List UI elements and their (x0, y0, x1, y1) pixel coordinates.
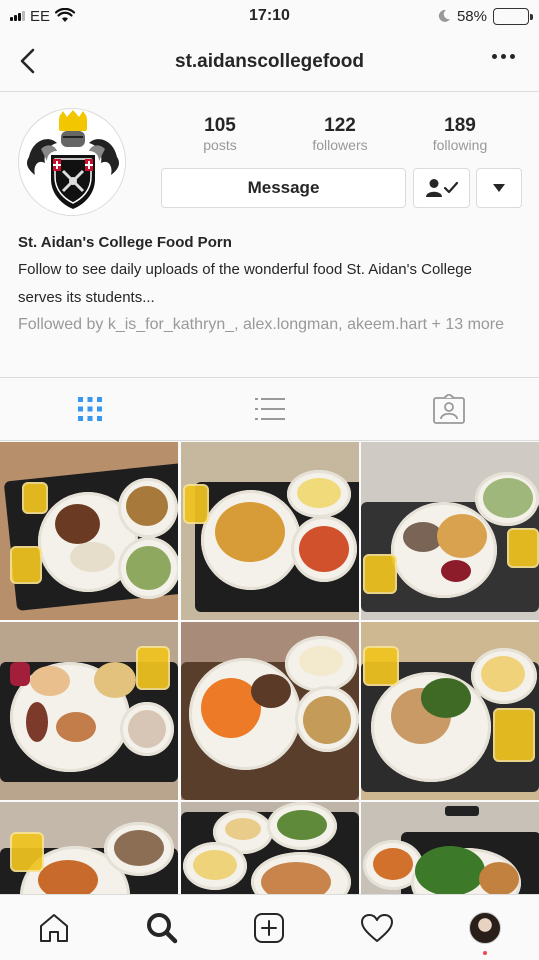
nav-home[interactable] (0, 895, 108, 960)
status-left: EE (10, 8, 190, 25)
list-icon (254, 398, 285, 420)
battery-percent: 58% (456, 7, 487, 25)
stat-posts[interactable]: 105 posts (160, 115, 280, 153)
search-icon (146, 912, 177, 943)
signal-icon (10, 11, 25, 21)
nav-new-post[interactable] (216, 895, 324, 960)
nav-bar: st.aidanscollegefood (0, 32, 539, 92)
post-thumbnail[interactable] (180, 442, 359, 620)
moon-icon (438, 9, 450, 22)
profile-stats: 105 posts 122 followers 189 following (160, 115, 522, 153)
followed-by-text[interactable]: Followed by k_is_for_kathryn_, alex.long… (18, 314, 523, 335)
stat-value: 189 (444, 115, 476, 136)
stat-label: followers (312, 137, 368, 153)
tab-tagged[interactable] (359, 378, 539, 440)
stat-label: posts (203, 137, 237, 153)
following-button[interactable] (413, 168, 470, 208)
profile-username-title: st.aidanscollegefood (175, 50, 364, 72)
carrier-label: EE (30, 7, 51, 25)
post-thumbnail[interactable] (0, 442, 178, 620)
bottom-tab-bar (0, 894, 539, 960)
grid-icon (77, 397, 102, 421)
notification-dot (483, 950, 488, 955)
profile-avatar[interactable] (18, 108, 126, 216)
add-post-icon (254, 912, 285, 943)
posts-grid (0, 442, 539, 894)
post-thumbnail[interactable] (361, 442, 539, 620)
stat-label: following (432, 137, 488, 153)
college-crest-logo (20, 110, 125, 215)
tab-list[interactable] (180, 378, 360, 440)
suggestions-dropdown-button[interactable] (476, 168, 522, 208)
chevron-left-icon[interactable] (14, 46, 44, 76)
post-thumbnail[interactable] (180, 802, 359, 894)
heart-icon (361, 913, 394, 942)
nav-profile[interactable] (431, 895, 539, 960)
wifi-icon (55, 8, 76, 22)
post-thumbnail[interactable] (0, 802, 178, 894)
status-bar: EE 17:10 58% (0, 0, 539, 32)
profile-avatar-icon (469, 911, 502, 944)
more-horizontal-icon[interactable] (492, 54, 515, 59)
tagged-icon (433, 394, 466, 424)
tab-grid[interactable] (0, 378, 180, 440)
nav-search[interactable] (108, 895, 216, 960)
post-thumbnail[interactable] (0, 622, 178, 800)
stat-value: 122 (324, 115, 356, 136)
home-icon (39, 913, 68, 942)
battery-icon (493, 7, 533, 25)
post-thumbnail[interactable] (361, 622, 539, 800)
status-right: 58% (349, 7, 533, 25)
caret-down-icon (493, 184, 505, 192)
profile-full-name: St. Aidan's College Food Porn (18, 234, 232, 251)
stat-followers[interactable]: 122 followers (280, 115, 400, 153)
person-check-icon (425, 179, 458, 197)
post-thumbnail[interactable] (180, 622, 359, 800)
stat-following[interactable]: 189 following (400, 115, 520, 153)
profile-bio: Follow to see daily uploads of the wonde… (18, 261, 472, 306)
status-time: 17:10 (249, 7, 290, 24)
nav-activity[interactable] (323, 895, 431, 960)
message-button[interactable]: Message (161, 168, 406, 208)
profile-tabs (0, 377, 539, 441)
stat-value: 105 (204, 115, 236, 136)
post-thumbnail[interactable] (361, 802, 539, 894)
